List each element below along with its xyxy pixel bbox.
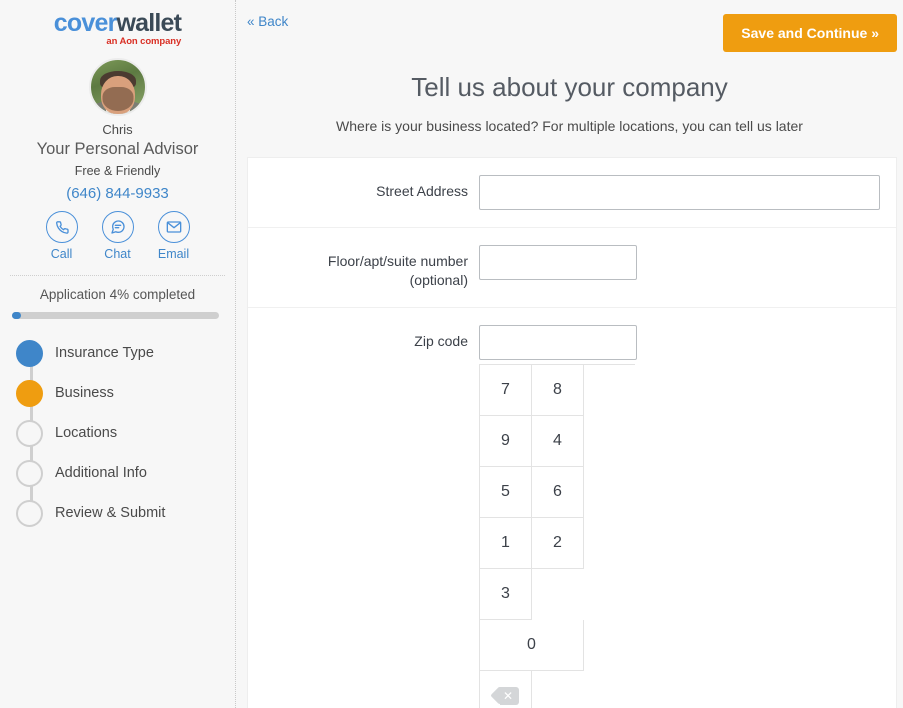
application-window: coverwallet an Aon company Chris Your Pe…	[0, 0, 903, 708]
contact-actions: Call Chat Email	[0, 211, 235, 261]
keypad-key-5[interactable]: 5	[480, 467, 532, 518]
keypad-key-9[interactable]: 9	[480, 416, 532, 467]
keypad-key-7[interactable]: 7	[480, 365, 532, 416]
step-dot-review-submit	[16, 499, 43, 527]
keypad-key-6[interactable]: 6	[532, 467, 584, 518]
brand-logo[interactable]: coverwallet an Aon company	[0, 0, 235, 49]
street-address-input[interactable]	[479, 175, 880, 210]
contact-chat-label: Chat	[104, 247, 131, 261]
contact-email[interactable]: Email	[157, 211, 190, 261]
advisor-name: Chris	[102, 122, 133, 137]
form-row-zip: Zip code 7 8 9 4 5 6 1 2 3 0 ✕	[248, 308, 896, 708]
street-address-field-wrap	[479, 175, 896, 210]
keypad-key-2[interactable]: 2	[532, 518, 584, 569]
phone-icon	[45, 211, 78, 243]
step-label-business: Business	[55, 385, 114, 401]
contact-email-label: Email	[157, 247, 190, 261]
contact-chat[interactable]: Chat	[101, 211, 134, 261]
back-link-top[interactable]: « Back	[247, 14, 288, 29]
progress-label: Application 4% completed	[39, 287, 196, 302]
sidebar-item-review-submit[interactable]: Review & Submit	[0, 481, 235, 533]
keypad-key-8[interactable]: 8	[532, 365, 584, 416]
contact-call-label: Call	[50, 247, 73, 261]
keypad-backspace-button[interactable]: ✕	[480, 671, 532, 708]
logo-text-cover: cover	[53, 9, 118, 37]
floor-label: Floor/apt/suite number (optional)	[248, 245, 479, 290]
step-dot-insurance-type	[16, 339, 43, 367]
step-dot-additional-info	[16, 459, 43, 487]
floor-field-wrap	[479, 245, 896, 280]
sidebar-divider	[10, 275, 225, 276]
step-dot-locations	[16, 419, 43, 447]
keypad-key-3[interactable]: 3	[480, 569, 532, 620]
page-subtitle: Where is your business located? For mult…	[336, 118, 803, 134]
form-card: Street Address Floor/apt/suite number (o…	[247, 157, 897, 708]
main-content: « Back Save and Continue » Tell us about…	[236, 0, 903, 708]
numeric-keypad: 7 8 9 4 5 6 1 2 3 0 ✕	[479, 364, 635, 708]
chat-icon	[101, 211, 134, 243]
advisor-phone-link[interactable]: (646) 844-9933	[0, 185, 235, 202]
keypad-key-1[interactable]: 1	[480, 518, 532, 569]
envelope-icon	[157, 211, 190, 243]
advisor-tagline: Free & Friendly	[74, 164, 161, 178]
step-list: Insurance Type Business Locations Additi…	[0, 333, 235, 533]
street-address-label: Street Address	[376, 183, 468, 199]
top-bar: « Back Save and Continue »	[236, 0, 903, 58]
keypad-key-4[interactable]: 4	[532, 416, 584, 467]
floor-label-line1: Floor/apt/suite number	[327, 253, 468, 269]
sidebar-item-business[interactable]: Business	[0, 361, 235, 413]
backspace-icon: ✕	[489, 686, 519, 705]
step-label-locations: Locations	[55, 425, 118, 441]
floor-apt-suite-input[interactable]	[479, 245, 637, 280]
logo-text-wallet: wallet	[116, 9, 182, 37]
progress-bar	[12, 312, 219, 319]
zip-code-label: Zip code	[414, 333, 468, 349]
sidebar-item-insurance-type[interactable]: Insurance Type	[0, 333, 235, 373]
sidebar-item-additional-info[interactable]: Additional Info	[0, 441, 235, 493]
avatar	[88, 58, 147, 116]
sidebar-item-locations[interactable]: Locations	[0, 401, 235, 453]
logo-tagline: an Aon company	[106, 36, 182, 47]
step-dot-business	[16, 379, 43, 407]
form-row-floor: Floor/apt/suite number (optional)	[248, 228, 896, 308]
step-label-insurance-type: Insurance Type	[55, 345, 154, 361]
zip-field-wrap: 7 8 9 4 5 6 1 2 3 0 ✕	[479, 325, 896, 708]
progress-fill	[12, 312, 21, 319]
sidebar: coverwallet an Aon company Chris Your Pe…	[0, 0, 236, 708]
avatar-beard	[102, 87, 133, 111]
floor-label-line2: (optional)	[409, 272, 468, 288]
backspace-x: ✕	[502, 689, 514, 703]
keypad-key-0[interactable]: 0	[480, 620, 584, 671]
zip-code-input[interactable]	[479, 325, 637, 360]
step-label-review-submit: Review & Submit	[55, 505, 166, 521]
form-row-street-address: Street Address	[248, 158, 896, 228]
advisor-role: Your Personal Advisor	[36, 140, 199, 158]
page-title: Tell us about your company	[411, 72, 728, 102]
save-and-continue-button-top[interactable]: Save and Continue »	[723, 14, 897, 52]
contact-call[interactable]: Call	[45, 211, 78, 261]
step-label-additional-info: Additional Info	[55, 465, 147, 481]
